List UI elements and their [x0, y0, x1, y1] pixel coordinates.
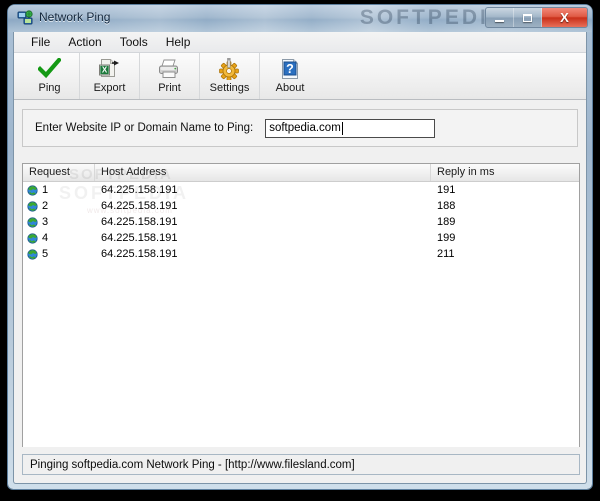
excel-export-icon: X — [98, 56, 121, 81]
globe-icon — [27, 216, 42, 228]
about-button-label: About — [275, 82, 305, 94]
toolbar: Ping X Export Print Settings ? About — [14, 53, 586, 100]
ping-button-label: Ping — [38, 82, 61, 94]
request-number: 1 — [42, 184, 49, 196]
settings-button-label: Settings — [209, 82, 250, 94]
green-check-icon — [38, 56, 61, 81]
globe-icon — [27, 248, 42, 260]
ping-target-input[interactable]: softpedia.com — [265, 118, 436, 138]
cell-host-address: 64.225.158.191 — [101, 248, 178, 260]
menu-item-tools[interactable]: Tools — [111, 33, 157, 52]
maximize-button[interactable] — [514, 8, 542, 27]
cell-reply-ms: 189 — [437, 216, 456, 228]
export-button-label: Export — [93, 82, 126, 94]
print-button-label: Print — [158, 82, 181, 94]
table-row[interactable]: 3 64.225.158.191 189 — [23, 214, 579, 230]
list-body: 1 64.225.158.191 191 2 64.225.158.191 188 3 64.… — [23, 182, 579, 262]
cell-reply-ms: 191 — [437, 184, 456, 196]
column-header-reply-ms[interactable]: Reply in ms — [431, 164, 579, 181]
globe-icon — [27, 200, 42, 212]
ping-results-list[interactable]: SOFTPEDIA SOFTPEDIA www.softpedia.com Re… — [22, 163, 580, 447]
text-caret — [341, 121, 343, 135]
minimize-button[interactable] — [486, 8, 514, 27]
cell-host-address: 64.225.158.191 — [101, 232, 178, 244]
table-row[interactable]: 1 64.225.158.191 191 — [23, 182, 579, 198]
request-number: 5 — [42, 248, 49, 260]
print-button[interactable]: Print — [140, 53, 200, 99]
request-number: 2 — [42, 200, 49, 212]
desktop-background: SOFTPEDIA Network Ping X File Action Too… — [0, 0, 600, 501]
column-header-request[interactable]: Request — [23, 164, 95, 181]
request-number: 3 — [42, 216, 49, 228]
cell-reply-ms: 211 — [437, 248, 455, 260]
cell-host-address: 64.225.158.191 — [101, 200, 178, 212]
cell-request: 5 — [23, 248, 95, 260]
menu-item-file[interactable]: File — [22, 33, 59, 52]
table-row[interactable]: 5 64.225.158.191 211 — [23, 246, 579, 262]
ping-target-panel: Enter Website IP or Domain Name to Ping:… — [22, 109, 578, 147]
status-bar: Pinging softpedia.com Network Ping - [ht… — [22, 454, 580, 475]
cell-host-address: 64.225.158.191 — [101, 184, 178, 196]
list-header-row: Request Host Address Reply in ms — [23, 164, 579, 182]
printer-icon — [157, 56, 182, 81]
globe-icon — [27, 232, 42, 244]
menu-item-help[interactable]: Help — [157, 33, 200, 52]
cell-host-address: 64.225.158.191 — [101, 216, 178, 228]
about-button[interactable]: ? About — [260, 53, 320, 99]
status-bar-text: Pinging softpedia.com Network Ping - [ht… — [30, 458, 355, 471]
cell-reply-ms: 199 — [437, 232, 456, 244]
title-bar[interactable]: SOFTPEDIA Network Ping X — [8, 5, 592, 32]
export-button[interactable]: X Export — [80, 53, 140, 99]
application-window: SOFTPEDIA Network Ping X File Action Too… — [8, 5, 592, 489]
ping-button[interactable]: Ping — [20, 53, 80, 99]
settings-button[interactable]: Settings — [200, 53, 260, 99]
minimize-icon — [495, 19, 504, 22]
window-title: Network Ping — [39, 10, 111, 24]
svg-text:X: X — [102, 65, 108, 74]
client-area: File Action Tools Help Ping X Export Pri… — [13, 32, 587, 484]
globe-icon — [27, 184, 42, 196]
table-row[interactable]: 2 64.225.158.191 188 — [23, 198, 579, 214]
cell-request: 1 — [23, 184, 95, 196]
close-icon: X — [560, 10, 569, 25]
close-button[interactable]: X — [542, 8, 587, 27]
cell-request: 3 — [23, 216, 95, 228]
menu-item-action[interactable]: Action — [59, 33, 110, 52]
column-header-host-address[interactable]: Host Address — [95, 164, 431, 181]
blue-question-page-icon: ? — [279, 56, 301, 81]
window-controls: X — [485, 7, 588, 28]
table-row[interactable]: 4 64.225.158.191 199 — [23, 230, 579, 246]
cell-request: 2 — [23, 200, 95, 212]
svg-text:?: ? — [286, 62, 294, 76]
maximize-icon — [523, 13, 532, 22]
network-computers-icon — [17, 10, 34, 27]
ping-target-input-value: softpedia.com — [269, 122, 341, 134]
request-number: 4 — [42, 232, 49, 244]
cell-request: 4 — [23, 232, 95, 244]
cell-reply-ms: 188 — [437, 200, 456, 212]
menu-bar: File Action Tools Help — [14, 32, 586, 53]
ping-target-label: Enter Website IP or Domain Name to Ping: — [35, 122, 254, 134]
gear-screwdriver-icon — [218, 56, 241, 81]
